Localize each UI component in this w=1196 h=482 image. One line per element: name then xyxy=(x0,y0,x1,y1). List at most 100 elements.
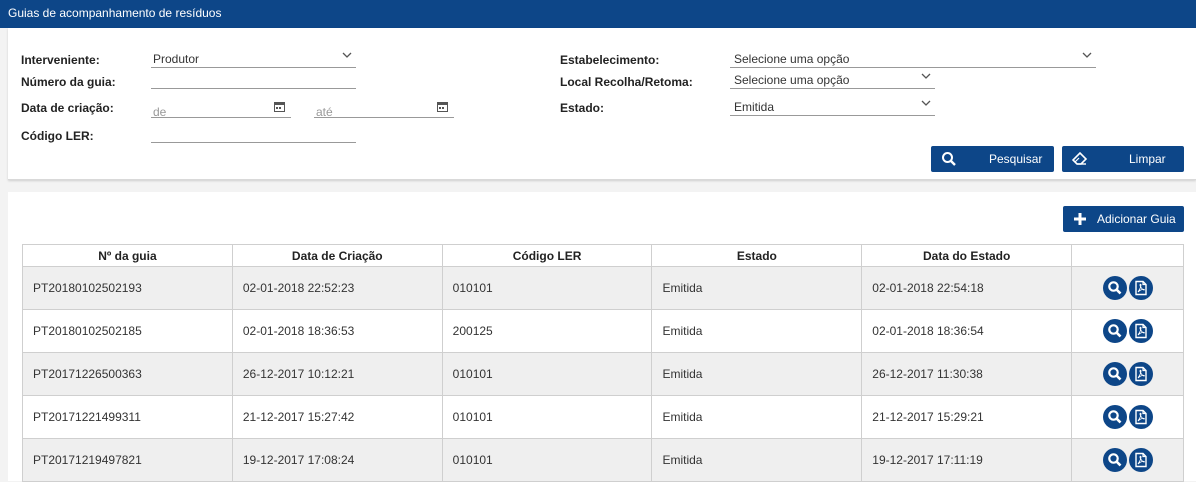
clear-button[interactable]: Limpar xyxy=(1062,146,1184,172)
numero-guia-cell: PT20171219497821 xyxy=(22,438,233,482)
chevron-down-icon xyxy=(1082,52,1092,58)
chevron-down-icon xyxy=(921,73,931,79)
view-button[interactable] xyxy=(1102,362,1127,386)
estado-value: Emitida xyxy=(734,100,775,114)
data-criacao-cell: 02-01-2018 22:52:23 xyxy=(231,266,443,310)
pdf-button[interactable] xyxy=(1128,362,1153,386)
numero-guia-cell: PT20180102502193 xyxy=(22,266,233,310)
codigo-ler-input[interactable] xyxy=(151,125,356,143)
estado-select[interactable]: Emitida xyxy=(730,98,935,116)
view-button[interactable] xyxy=(1102,319,1127,343)
data-criacao-cell: 19-12-2017 17:08:24 xyxy=(231,438,443,482)
estado-cell: Emitida xyxy=(651,438,863,482)
view-button[interactable] xyxy=(1102,405,1127,429)
row-actions xyxy=(1071,395,1184,439)
view-button[interactable] xyxy=(1102,276,1127,300)
row-actions xyxy=(1071,266,1184,310)
page-title: Guias de acompanhamento de resíduos xyxy=(0,0,1196,28)
estado-cell: Emitida xyxy=(651,395,863,439)
table-row: PT20171226500363 26-12-2017 10:12:21 01010… xyxy=(22,352,1184,396)
row-actions xyxy=(1071,352,1184,396)
numero-guia-cell: PT20171226500363 xyxy=(22,352,233,396)
table-row: PT20171221499311 21-12-2017 15:27:42 01010… xyxy=(22,395,1184,439)
estado-cell: Emitida xyxy=(651,309,863,353)
numero-guia-input[interactable] xyxy=(151,71,356,89)
view-button[interactable] xyxy=(1102,448,1127,472)
date-to-placeholder: até xyxy=(316,105,333,119)
chevron-down-icon xyxy=(921,100,931,106)
search-icon xyxy=(1107,410,1121,424)
numero-guia-cell: PT20171221499311 xyxy=(22,395,233,439)
pdf-icon xyxy=(1134,452,1147,468)
pdf-icon xyxy=(1134,409,1147,425)
row-actions xyxy=(1071,309,1184,353)
interveniente-label: Interveniente: xyxy=(21,53,100,67)
numero-guia-cell: PT20180102502185 xyxy=(22,309,233,353)
codigo-ler-cell: 010101 xyxy=(441,395,653,439)
eraser-icon xyxy=(1072,151,1088,165)
data-estado-cell: 21-12-2017 15:29:21 xyxy=(861,395,1073,439)
search-button-label: Pesquisar xyxy=(989,152,1043,166)
estado-cell: Emitida xyxy=(651,266,863,310)
data-criacao-label: Data de criação: xyxy=(21,101,114,115)
pdf-icon xyxy=(1134,366,1147,382)
search-icon xyxy=(1107,367,1121,381)
estabelecimento-select[interactable]: Selecione uma opção xyxy=(730,50,1096,68)
pdf-icon xyxy=(1134,280,1147,296)
results-table: Nº da guia Data de Criação Código LER Es… xyxy=(22,244,1184,482)
local-recolha-select[interactable]: Selecione uma opção xyxy=(730,71,935,89)
filter-panel: Interveniente: Produtor Número da guia: … xyxy=(8,28,1196,180)
col-data-estado[interactable]: Data do Estado xyxy=(861,244,1073,267)
codigo-ler-cell: 010101 xyxy=(441,266,653,310)
calendar-icon[interactable] xyxy=(274,101,285,112)
interveniente-select[interactable]: Produtor xyxy=(151,50,356,68)
col-numero-guia[interactable]: Nº da guia xyxy=(22,244,233,267)
interveniente-value: Produtor xyxy=(153,52,200,66)
estabelecimento-value: Selecione uma opção xyxy=(734,52,850,66)
date-from-placeholder: de xyxy=(153,105,167,119)
col-actions xyxy=(1071,244,1184,267)
results-panel: Adicionar Guia Nº da guia Data de Criaçã… xyxy=(8,192,1196,482)
data-estado-cell: 26-12-2017 11:30:38 xyxy=(861,352,1073,396)
pdf-button[interactable] xyxy=(1128,405,1153,429)
pdf-icon xyxy=(1134,323,1147,339)
data-estado-cell: 19-12-2017 17:11:19 xyxy=(861,438,1073,482)
search-icon xyxy=(942,152,956,166)
table-row: PT20180102502185 02-01-2018 18:36:53 20012… xyxy=(22,309,1184,353)
chevron-down-icon xyxy=(342,52,352,58)
data-criacao-cell: 26-12-2017 10:12:21 xyxy=(231,352,443,396)
table-row: PT20171219497821 19-12-2017 17:08:24 01010… xyxy=(22,438,1184,482)
search-button[interactable]: Pesquisar xyxy=(931,146,1054,172)
data-estado-cell: 02-01-2018 18:36:54 xyxy=(861,309,1073,353)
codigo-ler-cell: 200125 xyxy=(441,309,653,353)
calendar-icon[interactable] xyxy=(437,101,448,112)
col-estado[interactable]: Estado xyxy=(651,244,863,267)
table-row: PT20180102502193 02-01-2018 22:52:23 01010… xyxy=(22,266,1184,310)
pdf-button[interactable] xyxy=(1128,276,1153,300)
col-codigo-ler[interactable]: Código LER xyxy=(441,244,653,267)
pdf-button[interactable] xyxy=(1128,319,1153,343)
search-icon xyxy=(1107,324,1121,338)
date-from-input[interactable]: de xyxy=(151,100,291,119)
row-actions xyxy=(1071,438,1184,482)
numero-guia-label: Número da guia: xyxy=(21,75,116,89)
search-icon xyxy=(1107,453,1121,467)
estado-cell: Emitida xyxy=(651,352,863,396)
add-guia-label: Adicionar Guia xyxy=(1097,212,1176,226)
data-criacao-cell: 02-01-2018 18:36:53 xyxy=(231,309,443,353)
data-estado-cell: 02-01-2018 22:54:18 xyxy=(861,266,1073,310)
local-recolha-value: Selecione uma opção xyxy=(734,73,850,87)
codigo-ler-cell: 010101 xyxy=(441,352,653,396)
local-recolha-label: Local Recolha/Retoma: xyxy=(560,75,693,89)
date-to-input[interactable]: até xyxy=(314,100,454,119)
data-criacao-cell: 21-12-2017 15:27:42 xyxy=(231,395,443,439)
add-guia-button[interactable]: Adicionar Guia xyxy=(1063,206,1184,232)
table-header-row: Nº da guia Data de Criação Código LER Es… xyxy=(22,244,1184,267)
pdf-button[interactable] xyxy=(1128,448,1153,472)
col-data-criacao[interactable]: Data de Criação xyxy=(231,244,443,267)
estado-label: Estado: xyxy=(560,101,605,115)
plus-icon xyxy=(1074,213,1086,225)
search-icon xyxy=(1107,281,1121,295)
codigo-ler-cell: 010101 xyxy=(441,438,653,482)
codigo-ler-label: Código LER: xyxy=(21,129,94,143)
